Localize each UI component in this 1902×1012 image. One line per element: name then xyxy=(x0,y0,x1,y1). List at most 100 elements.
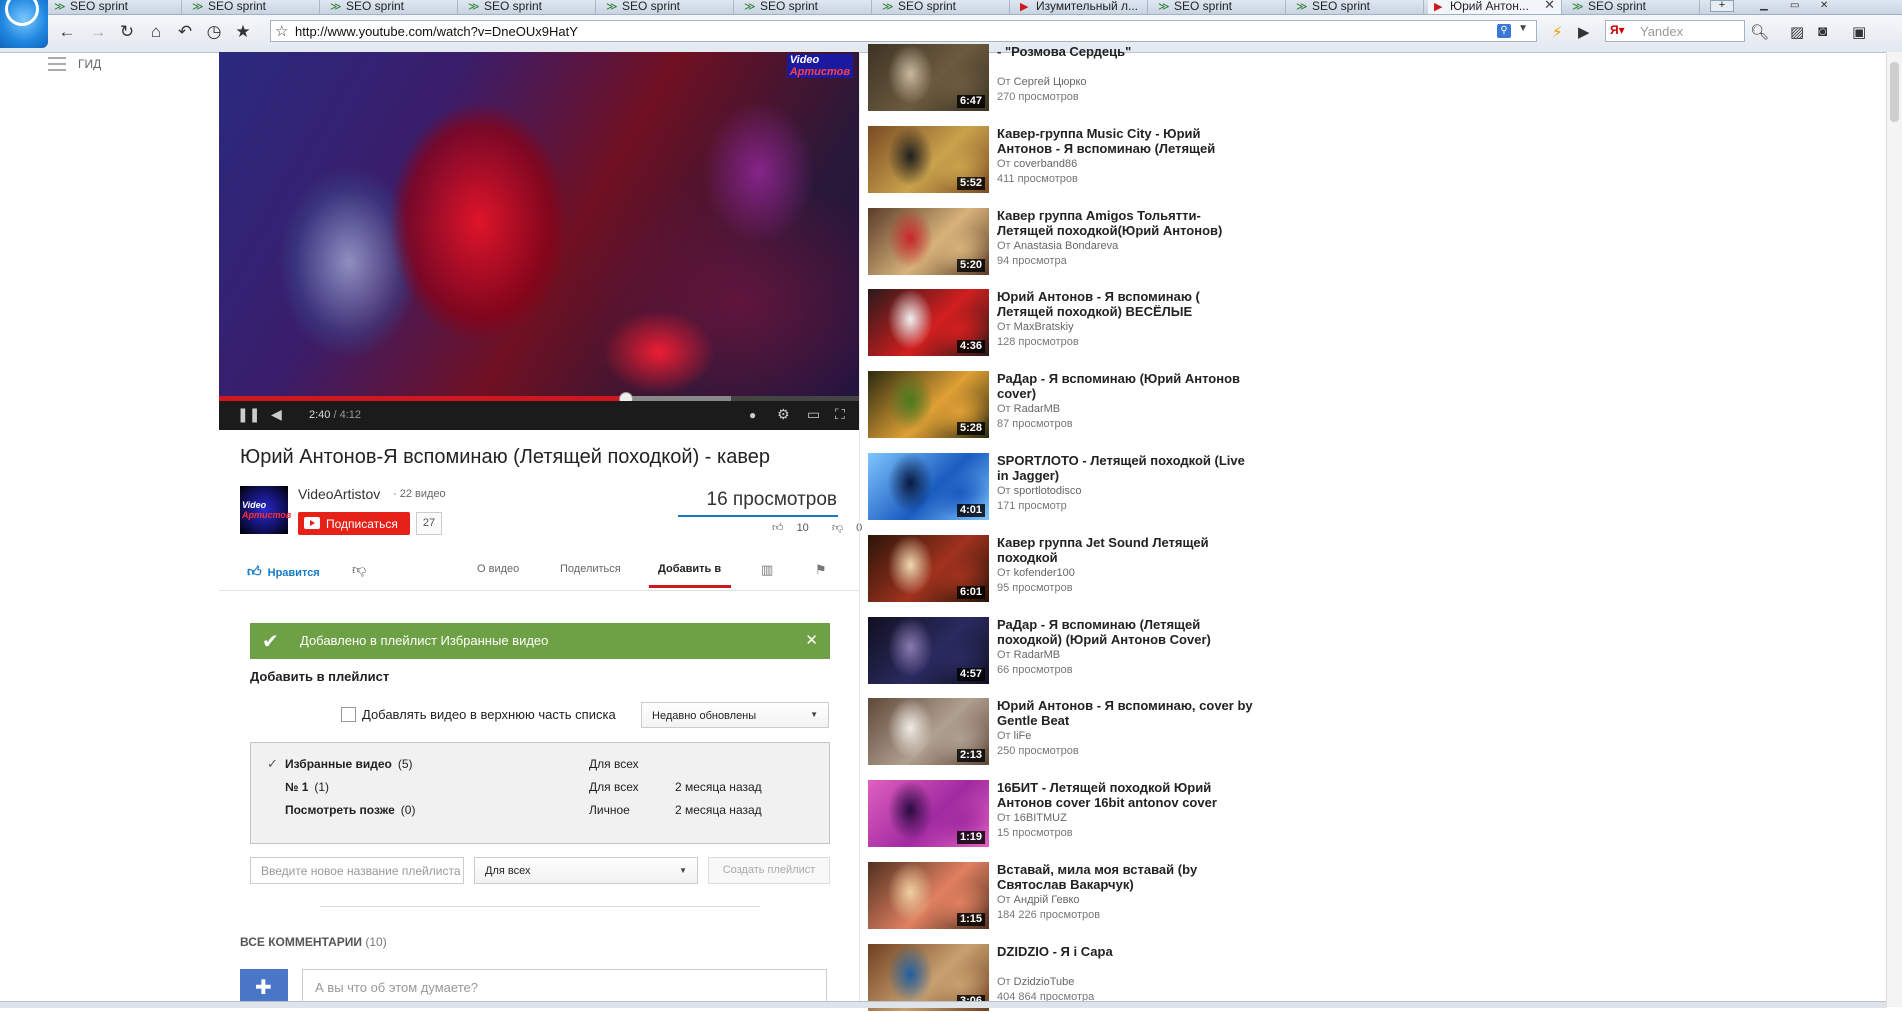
browser-tab[interactable]: ≫ SEO sprint xyxy=(1566,0,1700,14)
related-video-title[interactable]: SPORTЛОТО - Летящей походкой (Live in Ja… xyxy=(997,453,1259,483)
channel-name[interactable]: coverband86 xyxy=(1014,158,1078,170)
video-thumbnail[interactable]: 4:01 xyxy=(868,453,989,520)
back-icon[interactable]: ← xyxy=(56,21,78,43)
rss-feed-icon[interactable]: ⚲ xyxy=(1497,24,1511,38)
browser-tab[interactable]: ▶ Юрий Антон... ✕ xyxy=(1428,0,1562,14)
browser-tab[interactable]: ≫ SEO sprint xyxy=(324,0,458,14)
related-video-item[interactable]: 4:01 SPORTЛОТО - Летящей походкой (Live i… xyxy=(868,453,1260,521)
related-video-title[interactable]: Вставай, мила моя вставай (by Святослав … xyxy=(997,862,1259,892)
video-thumbnail[interactable]: 1:19 xyxy=(868,780,989,848)
browser-tab[interactable]: ≫ SEO sprint xyxy=(738,0,872,14)
video-thumbnail[interactable]: 6:01 xyxy=(868,534,989,602)
subscribe-button[interactable]: Подписаться xyxy=(298,512,410,535)
channel-name-link[interactable]: VideoArtistov xyxy=(298,486,380,502)
channel-name[interactable]: Сергей Цюрко xyxy=(1014,76,1087,88)
browser-tab[interactable]: ≫ SEO sprint xyxy=(1290,0,1424,14)
channel-name[interactable]: Anastasia Bondareva xyxy=(1014,240,1119,252)
annotations-icon[interactable]: ● xyxy=(749,408,756,422)
browser-tab[interactable]: ≫ SEO sprint xyxy=(1152,0,1286,14)
channel-name[interactable]: 16BITMUZ xyxy=(1014,812,1067,824)
tab-close-icon[interactable]: ✕ xyxy=(1544,0,1555,11)
home-icon[interactable]: ⌂ xyxy=(145,21,167,43)
playlist-row[interactable]: ✓ Избранные видео (5) Для всех xyxy=(251,753,829,777)
maximize-icon[interactable]: ▭ xyxy=(1790,0,1799,11)
playlist-row[interactable]: Посмотреть позже (0) Личное 2 месяца назад xyxy=(251,799,829,823)
channel-video-count[interactable]: · 22 видео xyxy=(393,488,446,500)
video-player[interactable]: Video Артистов ❚❚ ◀ 2:40 / 4:12 ● ⚙ ▭ ⛶ xyxy=(219,52,859,430)
related-video-title[interactable]: - "Розмова Сердець" xyxy=(997,44,1259,59)
related-video-title[interactable]: Юрий Антонов - Я вспоминаю ( Летящей пох… xyxy=(997,289,1259,319)
url-text[interactable]: http://www.youtube.com/watch?v=DneOUx9Ha… xyxy=(295,24,578,39)
related-video-item[interactable]: 5:52 Кавер-группа Music City - Юрий Антон… xyxy=(868,125,1260,194)
fullscreen-icon[interactable]: ⛶ xyxy=(835,406,845,423)
guide-label[interactable]: ГИД xyxy=(78,57,101,71)
video-thumbnail[interactable]: 2:13 xyxy=(868,698,989,766)
related-video-title[interactable]: РаДар - Я вспоминаю (Летящей походкой) (… xyxy=(997,617,1259,647)
related-video-item[interactable]: 6:47 - "Розмова Сердець" От Сергей Цюрко 27… xyxy=(868,44,1260,112)
channel-name[interactable]: Андрій Гевко xyxy=(1014,894,1080,906)
video-thumbnail[interactable]: 5:20 xyxy=(868,207,989,275)
related-video-item[interactable]: 2:13 Юрий Антонов - Я вспоминаю, cover by… xyxy=(868,698,1260,766)
browser-tab[interactable]: ≫ SEO sprint xyxy=(876,0,1010,14)
channel-name[interactable]: MaxBratskiy xyxy=(1014,321,1074,333)
browser-menu-logo[interactable] xyxy=(0,0,48,48)
related-video-title[interactable]: Кавер-группа Music City - Юрий Антонов -… xyxy=(997,126,1259,156)
report-flag-icon[interactable]: ⚑ xyxy=(815,562,827,578)
statistics-icon[interactable]: ▥ xyxy=(761,562,773,578)
related-video-item[interactable]: 1:15 Вставай, мила моя вставай (by Святос… xyxy=(868,862,1260,930)
volume-icon[interactable]: ◀ xyxy=(271,406,282,423)
channel-name[interactable]: sportlotodisco xyxy=(1014,485,1082,497)
panel-icon[interactable]: ▨ xyxy=(1790,23,1804,41)
related-video-item[interactable]: 4:57 РаДар - Я вспоминаю (Летящей походко… xyxy=(868,616,1260,685)
address-dropdown-icon[interactable]: ▼ xyxy=(1518,23,1528,34)
related-video-item[interactable]: 5:28 РаДар - Я вспоминаю (Юрий Антонов co… xyxy=(868,371,1260,439)
hamburger-icon[interactable] xyxy=(48,57,66,75)
bookmark-star-icon[interactable]: ★ xyxy=(232,21,254,43)
tab-add-to[interactable]: Добавить в xyxy=(658,563,721,575)
video-thumbnail[interactable]: 4:57 xyxy=(868,616,989,684)
related-video-item[interactable]: 1:19 16БИТ - Летящей походкой Юрий Антоно… xyxy=(868,780,1260,848)
channel-name[interactable]: RadarMB xyxy=(1014,649,1060,661)
history-icon[interactable]: ◷ xyxy=(203,21,225,43)
theater-mode-icon[interactable]: ▭ xyxy=(807,406,820,423)
add-to-top-checkbox[interactable] xyxy=(341,707,356,722)
tab-share[interactable]: Поделиться xyxy=(560,563,621,575)
video-thumbnail[interactable]: 5:52 xyxy=(868,125,989,193)
related-video-item[interactable]: 6:01 Кавер группа Jet Sound Летящей поход… xyxy=(868,534,1260,603)
search-input[interactable]: Yandex xyxy=(1640,24,1683,39)
new-tab-button[interactable]: + xyxy=(1710,0,1734,12)
related-video-title[interactable]: DZIDZIO - Я і Сара xyxy=(997,944,1259,959)
related-video-item[interactable]: 5:20 Кавер группа Amigos Тольятти- Летяще… xyxy=(868,207,1260,276)
forward-icon[interactable]: → xyxy=(87,21,109,43)
scroll-thumb[interactable] xyxy=(1890,62,1899,122)
channel-name[interactable]: DzidzioTube xyxy=(1014,976,1075,988)
browser-tab[interactable]: ≫ SEO sprint xyxy=(600,0,734,14)
playlist-row[interactable]: № 1 (1) Для всех 2 месяца назад xyxy=(251,776,829,800)
video-frame[interactable] xyxy=(219,52,859,396)
related-video-title[interactable]: Юрий Антонов - Я вспоминаю, cover by Gen… xyxy=(997,698,1259,728)
turbo-icon[interactable]: ⚡ xyxy=(1552,23,1563,41)
window-close-icon[interactable]: ✕ xyxy=(1820,0,1828,11)
camera-icon[interactable]: ◙ xyxy=(1818,23,1827,40)
undo-close-tab-icon[interactable]: ↶ xyxy=(174,21,196,43)
channel-avatar[interactable]: Video Артистов xyxy=(240,486,291,534)
channel-name[interactable]: RadarMB xyxy=(1014,403,1060,415)
browser-tab[interactable]: ▶ Изумительный л... xyxy=(1014,0,1148,14)
video-thumbnail[interactable]: 5:28 xyxy=(868,371,989,439)
new-playlist-name-input[interactable]: Введите новое название плейлиста xyxy=(250,857,464,884)
browser-tab[interactable]: ≫ SEO sprint xyxy=(462,0,596,14)
playlist-sort-select[interactable]: Недавно обновлены ▼ xyxy=(641,702,829,728)
reload-icon[interactable]: ↻ xyxy=(116,21,138,43)
dislike-button[interactable]: 👎︎ xyxy=(352,561,366,578)
add-to-top-label[interactable]: Добавлять видео в верхнюю часть списка xyxy=(362,707,616,722)
pause-icon[interactable]: ❚❚ xyxy=(237,406,260,423)
new-playlist-privacy-select[interactable]: Для всех ▼ xyxy=(474,857,698,884)
minimize-icon[interactable]: ▁ xyxy=(1760,0,1768,11)
related-video-title[interactable]: Кавер группа Jet Sound Летящей походкой xyxy=(997,535,1259,565)
channel-name[interactable]: liFe xyxy=(1014,730,1032,742)
play-icon[interactable]: ▶ xyxy=(1578,23,1590,41)
search-icon[interactable]: 🔍︎ xyxy=(1750,23,1769,41)
related-video-title[interactable]: Кавер группа Amigos Тольятти- Летящей по… xyxy=(997,208,1259,238)
close-icon[interactable]: ✕ xyxy=(805,631,818,649)
related-video-title[interactable]: 16БИТ - Летящей походкой Юрий Антонов co… xyxy=(997,780,1259,810)
